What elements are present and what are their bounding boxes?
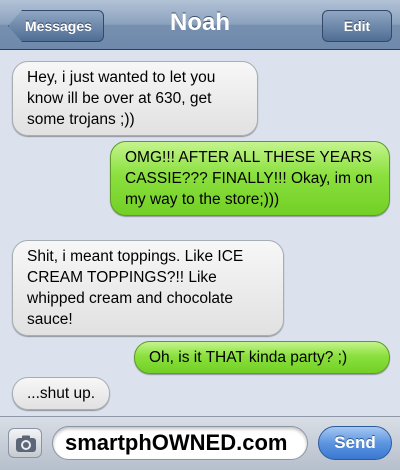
- sent-message-bubble: OMG!!! AFTER ALL THESE YEARS CASSIE??? F…: [110, 141, 390, 216]
- received-message-bubble: ...shut up.: [12, 377, 110, 410]
- message-text-field[interactable]: smartphOWNED.com: [52, 426, 308, 460]
- edit-button[interactable]: Edit: [322, 10, 392, 42]
- navigation-bar: Messages Noah Edit: [0, 0, 400, 50]
- message-input-bar: smartphOWNED.com Send: [0, 416, 400, 470]
- camera-icon: [16, 435, 36, 452]
- received-message-bubble: Hey, i just wanted to let you know ill b…: [12, 61, 258, 136]
- send-button[interactable]: Send: [318, 426, 392, 460]
- camera-button[interactable]: [8, 428, 42, 458]
- sent-message-bubble: Oh, is it THAT kinda party? ;): [134, 341, 390, 374]
- received-message-bubble: Shit, i meant toppings. Like ICE CREAM T…: [12, 240, 284, 336]
